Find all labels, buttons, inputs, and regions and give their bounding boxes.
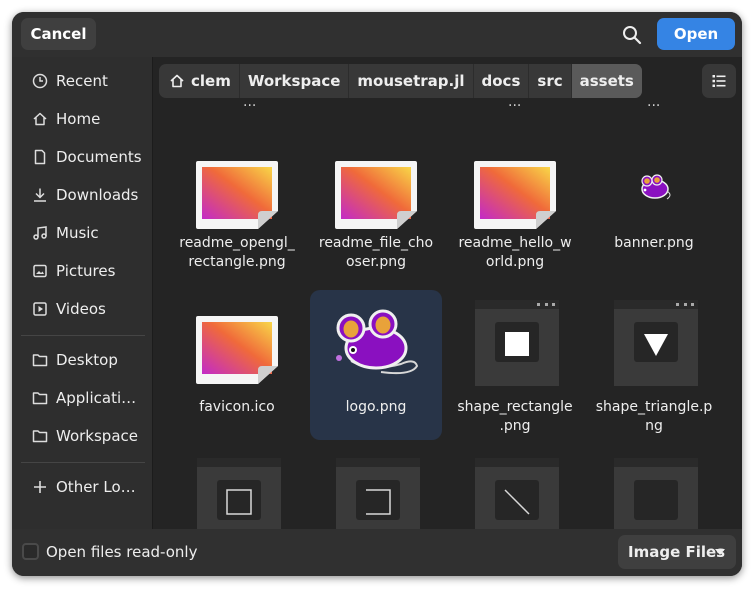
sidebar-item-desktop[interactable]: Desktop [12, 342, 152, 378]
places-sidebar: Recent Home Documents Downloads Music Pi… [12, 57, 152, 529]
readonly-label[interactable]: Open files read-only [46, 543, 197, 561]
sidebar-item-pictures[interactable]: Pictures [12, 253, 152, 289]
file-item[interactable]: readme_file_cho oser.png [310, 156, 442, 286]
file-item[interactable]: favicon.ico [171, 290, 303, 440]
folder-icon [32, 392, 48, 405]
crumb-assets[interactable]: assets [571, 64, 642, 98]
file-grid: ... ... ... readme_opengl_rectangle.png … [153, 104, 742, 529]
file-item[interactable]: banner.png [588, 156, 720, 286]
path-bar: clem Workspace mousetrap.jl docs src ass… [159, 64, 642, 98]
file-item-selected[interactable]: logo.png [310, 290, 442, 440]
window-thumbnail-icon [475, 458, 559, 529]
open-button[interactable]: Open [657, 18, 735, 50]
file-item[interactable] [171, 458, 303, 529]
list-view-icon [712, 75, 726, 87]
search-icon[interactable] [621, 24, 643, 46]
sidebar-item-label: Home [56, 110, 101, 128]
sidebar-item-label: Documents [56, 148, 142, 166]
home-icon [33, 112, 47, 126]
sidebar-item-downloads[interactable]: Downloads [12, 177, 152, 213]
file-name: shape_rectangle .png [457, 399, 573, 434]
sidebar-item-other-locations[interactable]: Other Lo… [12, 469, 152, 505]
file-name: readme_file_cho oser.png [318, 235, 434, 270]
sidebar-item-label: Videos [56, 300, 106, 318]
crumb-mousetrap[interactable]: mousetrap.jl [349, 64, 474, 98]
crumb-label: clem [191, 72, 231, 90]
document-icon [34, 149, 46, 165]
cancel-button[interactable]: Cancel [21, 18, 96, 50]
file-name: logo.png [345, 399, 407, 415]
file-filter-dropdown[interactable]: Image Files [618, 535, 736, 569]
sidebar-item-label: Recent [56, 72, 108, 90]
sidebar-item-label: Workspace [56, 427, 138, 445]
sidebar-separator [21, 462, 145, 463]
sidebar-item-music[interactable]: Music [12, 215, 152, 251]
mouse-icon [336, 309, 419, 375]
file-name: favicon.ico [199, 399, 275, 415]
crumb-home[interactable]: clem [159, 64, 240, 98]
image-thumbnail-icon [335, 161, 417, 229]
music-icon [33, 226, 47, 240]
readonly-checkbox[interactable] [22, 543, 39, 560]
sidebar-item-label: Music [56, 224, 99, 242]
filter-label: Image Files [628, 543, 726, 561]
crumb-docs[interactable]: docs [474, 64, 530, 98]
folder-icon [32, 354, 48, 367]
file-name: shape_triangle.p ng [595, 399, 713, 434]
sidebar-item-applications[interactable]: Applicati… [12, 380, 152, 416]
clipped-label: ... [508, 104, 521, 110]
file-name: readme_hello_w orld.png [458, 235, 572, 270]
sidebar-item-documents[interactable]: Documents [12, 139, 152, 175]
sidebar-item-label: Desktop [56, 351, 118, 369]
sidebar-item-recent[interactable]: Recent [12, 63, 152, 99]
clock-icon [32, 73, 48, 89]
clipped-label: ... [647, 104, 660, 110]
sidebar-item-label: Pictures [56, 262, 116, 280]
crumb-src[interactable]: src [529, 64, 572, 98]
crumb-workspace[interactable]: Workspace [240, 64, 350, 98]
file-chooser-dialog: Cancel Open Recent Home Documents Downlo… [12, 12, 742, 576]
header-bar: Cancel Open [12, 12, 742, 57]
sidebar-item-label: Other Lo… [56, 478, 136, 496]
clipped-label: ... [243, 104, 256, 110]
file-item[interactable]: readme_hello_w orld.png [449, 156, 581, 286]
sidebar-item-label: Downloads [56, 186, 139, 204]
home-icon [170, 74, 184, 88]
image-thumbnail-icon [196, 161, 278, 229]
file-item[interactable]: readme_opengl_ rectangle.png [171, 156, 303, 286]
file-item[interactable]: shape_rectangle .png [449, 290, 581, 440]
mouse-icon [641, 174, 671, 200]
sidebar-item-label: Applicati… [56, 389, 137, 407]
image-thumbnail-icon [474, 161, 556, 229]
footer-bar: Open files read-only Image Files [12, 529, 742, 576]
window-thumbnail-icon [614, 300, 698, 386]
sidebar-item-videos[interactable]: Videos [12, 291, 152, 327]
file-name: banner.png [614, 235, 694, 251]
file-name: readme_opengl_ rectangle.png [179, 235, 295, 270]
window-thumbnail-icon [614, 458, 698, 529]
sidebar-separator [21, 335, 145, 336]
window-thumbnail-icon [475, 300, 559, 386]
file-item[interactable]: shape_triangle.p ng [588, 290, 720, 440]
folder-icon [32, 430, 48, 443]
window-thumbnail-icon [197, 458, 281, 529]
chevron-down-icon [715, 549, 725, 555]
view-mode-button[interactable] [702, 64, 736, 98]
image-icon [33, 264, 47, 278]
video-icon [33, 302, 47, 316]
window-thumbnail-icon [336, 458, 420, 529]
file-item[interactable] [588, 458, 720, 529]
plus-icon [34, 481, 46, 493]
download-icon [34, 188, 46, 202]
sidebar-item-workspace[interactable]: Workspace [12, 418, 152, 454]
file-item[interactable] [449, 458, 581, 529]
image-thumbnail-icon [196, 316, 278, 384]
sidebar-item-home[interactable]: Home [12, 101, 152, 137]
file-item[interactable] [310, 458, 442, 529]
